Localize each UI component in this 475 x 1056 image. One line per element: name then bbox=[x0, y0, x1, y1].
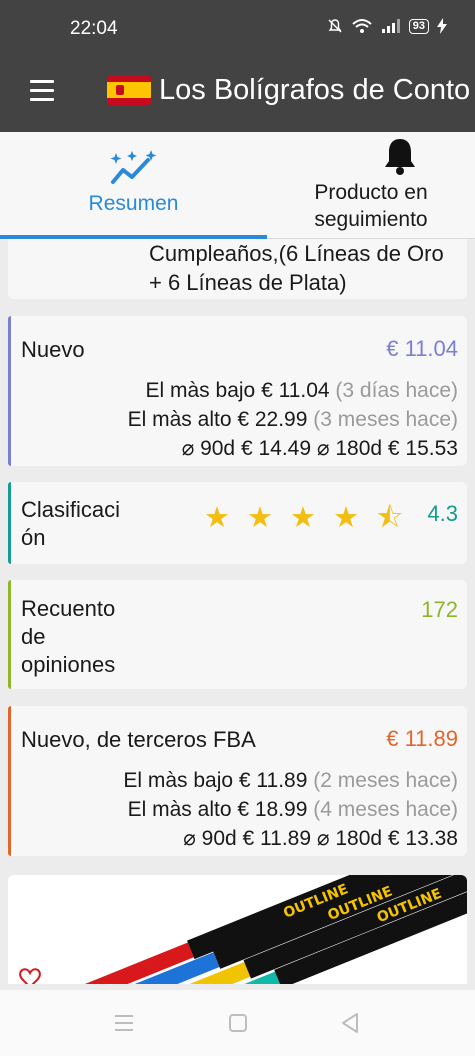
back-icon[interactable] bbox=[340, 1012, 360, 1034]
new-avg180-label: ⌀ 180d bbox=[316, 437, 383, 460]
review-count-title-line1: Recuento bbox=[21, 596, 116, 621]
new-price-stats: El màs bajo € 11.04 (3 días hace) El màs… bbox=[128, 376, 458, 463]
marker-pens-image: OUTLINE OUTLINE OUTLINE bbox=[8, 875, 467, 984]
fba-lowest-label: El màs bajo bbox=[123, 769, 234, 792]
new-avg90-label: ⌀ 90d bbox=[181, 437, 236, 460]
system-nav-bar bbox=[0, 990, 475, 1056]
product-image[interactable]: OUTLINE OUTLINE OUTLINE bbox=[8, 875, 467, 984]
fba-lowest-price: € 11.89 bbox=[238, 769, 308, 792]
home-icon[interactable] bbox=[228, 1013, 248, 1033]
rating-card[interactable]: Clasificaci ón ★★★★⯪ 4.3 bbox=[8, 482, 467, 564]
product-title-card: Cumpleaños,(6 Líneas de Oro + 6 Líneas d… bbox=[8, 239, 467, 299]
bell-icon bbox=[385, 139, 415, 175]
review-count-card[interactable]: Recuento de opiniones 172 bbox=[8, 580, 467, 689]
sparkle-chart-icon bbox=[110, 150, 157, 184]
fba-average-row: ⌀ 90d € 11.89 ⌀ 180d € 13.38 bbox=[123, 824, 458, 853]
battery-icon: 93 bbox=[408, 18, 429, 34]
fba-highest-price: € 18.99 bbox=[237, 798, 308, 821]
new-highest-label: El màs alto bbox=[127, 408, 232, 431]
tab-tracking[interactable]: Producto en seguimiento bbox=[267, 132, 475, 238]
app-bar: Los Bolígrafos de Conto bbox=[0, 56, 475, 132]
review-count-title-line3: opiniones bbox=[21, 652, 116, 677]
fba-avg180-label: ⌀ 180d bbox=[316, 827, 383, 850]
review-count-title: Recuento de opiniones bbox=[21, 595, 115, 679]
tab-bar: Resumen Producto en seguimiento bbox=[0, 132, 475, 239]
charging-icon bbox=[437, 18, 447, 34]
new-highest-price: € 22.99 bbox=[237, 408, 308, 431]
tab-tracking-label: Producto en seguimiento bbox=[314, 181, 428, 231]
rating-title-line1: Clasificaci bbox=[21, 497, 121, 522]
rating-title-line2: ón bbox=[21, 525, 46, 550]
tab-summary-label: Resumen bbox=[88, 192, 179, 215]
app-title: Los Bolígrafos de Conto bbox=[159, 74, 471, 106]
fba-avg180-value: € 13.38 bbox=[387, 827, 458, 850]
recent-apps-icon[interactable] bbox=[114, 1014, 134, 1032]
summary-content[interactable]: Cumpleaños,(6 Líneas de Oro + 6 Líneas d… bbox=[0, 239, 475, 984]
new-price-card[interactable]: Nuevo € 11.04 El màs bajo € 11.04 (3 día… bbox=[8, 316, 467, 466]
new-avg90-value: € 14.49 bbox=[240, 437, 312, 460]
spain-flag-icon bbox=[107, 75, 151, 105]
signal-icon bbox=[381, 19, 400, 33]
fba-lowest-row: El màs bajo € 11.89 (2 meses hace) bbox=[123, 766, 458, 795]
rating-stars-icon: ★★★★⯪ bbox=[204, 502, 421, 534]
review-count-value: 172 bbox=[421, 597, 458, 622]
new-lowest-when: (3 días hace) bbox=[335, 379, 458, 402]
status-bar: 22:04 93 bbox=[0, 0, 475, 56]
product-title-line1: Cumpleaños,(6 Líneas de Oro bbox=[149, 241, 444, 266]
new-price-value: € 11.04 bbox=[386, 336, 458, 361]
product-title: Cumpleaños,(6 Líneas de Oro + 6 Líneas d… bbox=[149, 239, 444, 297]
status-time: 22:04 bbox=[70, 18, 118, 39]
review-count-title-line2: de bbox=[21, 624, 46, 649]
rating-value: 4.3 bbox=[427, 501, 458, 526]
hamburger-menu-icon[interactable] bbox=[30, 80, 54, 102]
fba-price-card[interactable]: Nuevo, de terceros FBA € 11.89 El màs ba… bbox=[8, 706, 467, 856]
tab-summary[interactable]: Resumen bbox=[0, 132, 267, 239]
new-average-row: ⌀ 90d € 14.49 ⌀ 180d € 15.53 bbox=[128, 434, 458, 463]
new-lowest-label: El màs bajo bbox=[145, 379, 256, 402]
new-avg180-value: € 15.53 bbox=[387, 437, 458, 460]
fba-lowest-when: (2 meses hace) bbox=[313, 769, 458, 792]
product-title-line2: + 6 Líneas de Plata) bbox=[149, 270, 347, 295]
new-highest-row: El màs alto € 22.99 (3 meses hace) bbox=[128, 405, 458, 434]
fba-avg90-value: € 11.89 bbox=[242, 827, 312, 850]
status-icons: 93 bbox=[327, 18, 447, 34]
wifi-icon bbox=[352, 19, 372, 33]
new-lowest-row: El màs bajo € 11.04 (3 días hace) bbox=[128, 376, 459, 405]
fba-price-stats: El màs bajo € 11.89 (2 meses hace) El mà… bbox=[123, 766, 458, 853]
fba-highest-row: El màs alto € 18.99 (4 meses hace) bbox=[123, 795, 458, 824]
rating-title: Clasificaci ón bbox=[21, 496, 120, 552]
mute-icon bbox=[328, 19, 342, 33]
fba-price-value: € 11.89 bbox=[386, 726, 458, 751]
new-highest-when: (3 meses hace) bbox=[313, 408, 458, 431]
new-price-title: Nuevo bbox=[21, 337, 85, 362]
fba-price-title: Nuevo, de terceros FBA bbox=[21, 727, 256, 752]
fba-avg90-label: ⌀ 90d bbox=[183, 827, 237, 850]
fba-highest-when: (4 meses hace) bbox=[313, 798, 458, 821]
fba-highest-label: El màs alto bbox=[127, 798, 232, 821]
new-lowest-price: € 11.04 bbox=[261, 379, 330, 402]
